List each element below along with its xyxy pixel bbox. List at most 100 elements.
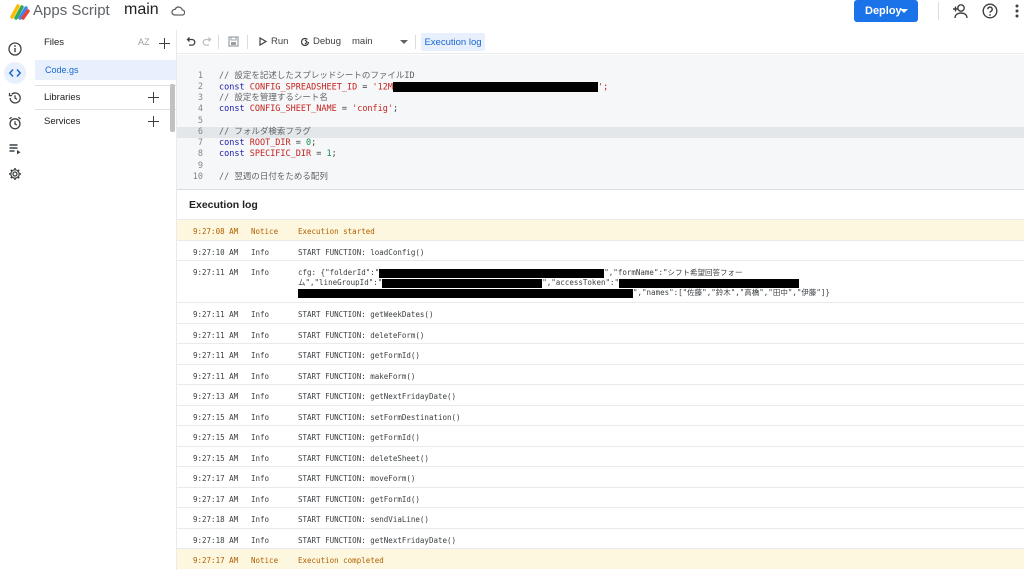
code-line[interactable]: 4 const CONFIG_SHEET_NAME = 'config'; xyxy=(177,104,1024,115)
editor-toolbar: Run Debug main Execution log xyxy=(177,30,1024,54)
add-person-icon[interactable] xyxy=(952,3,969,19)
code-line[interactable]: 10 // 翌週の日付をためる配列 xyxy=(177,172,1024,183)
files-scrollbar[interactable] xyxy=(170,84,175,132)
code-token: ; xyxy=(311,138,317,148)
chevron-down-icon xyxy=(400,40,408,44)
code-line[interactable]: 7 const ROOT_DIR = 0; xyxy=(177,138,1024,149)
deploy-button[interactable]: Deploy xyxy=(854,0,918,22)
log-time: 9:27:11 AM xyxy=(193,268,239,277)
add-service-icon[interactable] xyxy=(148,116,159,127)
more-vert-icon[interactable] xyxy=(1012,3,1022,19)
redo-icon[interactable] xyxy=(202,36,213,47)
code-line[interactable]: 9 xyxy=(177,161,1024,172)
libraries-section: Libraries xyxy=(35,85,176,109)
help-icon[interactable] xyxy=(982,3,998,19)
editor-button[interactable] xyxy=(4,62,26,84)
log-level: Info xyxy=(251,453,270,463)
log-row: 9:27:11 AM Info cfg: {"folderId":" ","formN… xyxy=(177,260,1024,302)
code-line[interactable]: 2 const CONFIG_SPREADSHEET_ID = '12M '; xyxy=(177,82,1024,93)
log-row: 9:27:17 AM Notice Execution completed xyxy=(177,548,1024,569)
triggers-button[interactable] xyxy=(4,112,26,134)
line-number: 1 xyxy=(197,71,203,81)
add-library-icon[interactable] xyxy=(148,92,159,103)
code-token: const xyxy=(219,138,250,148)
line-number: 8 xyxy=(197,149,203,159)
project-settings-button[interactable] xyxy=(4,163,26,185)
code-token: = xyxy=(311,149,327,159)
debug-label: Debug xyxy=(313,36,341,47)
line-number: 10 xyxy=(192,172,203,182)
files-header: Files xyxy=(44,37,65,48)
debug-icon xyxy=(300,37,310,46)
toolbar-divider xyxy=(218,35,219,49)
log-text: ","names":["佐藤","鈴木","高橋","田中","伊藤"]} xyxy=(633,288,830,297)
file-item-code-gs[interactable]: Code.gs xyxy=(35,60,176,80)
log-row: 9:27:15 AM Info START FUNCTION: deleteShee… xyxy=(177,445,1024,467)
history-icon xyxy=(8,92,21,104)
log-time: 9:27:11 AM xyxy=(193,310,239,319)
code-token: 'config' xyxy=(352,104,394,114)
project-name[interactable]: main xyxy=(124,1,159,19)
code-line[interactable]: 3 // 設定を管理するシート名 xyxy=(177,93,1024,104)
project-history-button[interactable] xyxy=(4,87,26,109)
executions-button[interactable] xyxy=(4,138,26,160)
run-button[interactable]: Run xyxy=(259,36,288,47)
save-icon[interactable] xyxy=(228,36,239,47)
redacted-block xyxy=(298,288,633,298)
line-number: 7 xyxy=(197,138,203,148)
code-token: const xyxy=(219,149,250,159)
play-icon xyxy=(259,37,267,46)
execution-log-button[interactable]: Execution log xyxy=(421,33,485,51)
function-select-value: main xyxy=(352,36,373,47)
log-row: 9:27:11 AM Info START FUNCTION: getWeekDat… xyxy=(177,302,1024,323)
log-time: 9:27:08 AM xyxy=(193,227,239,236)
line-number: 9 xyxy=(197,161,203,171)
deploy-label: Deploy xyxy=(865,5,902,17)
code-token: ; xyxy=(331,149,337,159)
code-token: // 設定を管理するシート名 xyxy=(219,93,328,103)
overview-button[interactable] xyxy=(4,38,26,60)
log-message: START FUNCTION: moveForm() xyxy=(298,474,416,483)
log-message: START FUNCTION: getFormId() xyxy=(298,494,420,504)
log-level: Info xyxy=(251,268,270,277)
log-row: 9:27:15 AM Info START FUNCTION: getFormId(… xyxy=(177,425,1024,446)
log-message: START FUNCTION: getFormId() xyxy=(298,351,420,360)
log-row: 9:27:13 AM Info START FUNCTION: getNextFri… xyxy=(177,384,1024,405)
log-time: 9:27:15 AM xyxy=(193,412,239,422)
code-line[interactable]: 6 // フォルダ検索フラグ xyxy=(177,127,1024,138)
log-row: 9:27:17 AM Info START FUNCTION: moveForm() xyxy=(177,466,1024,487)
code-token: // 設定を記述したスプレッドシートのファイルID xyxy=(219,71,415,81)
code-text: // 設定を記述したスプレッドシートのファイルID xyxy=(219,71,415,82)
code-brackets-icon xyxy=(8,68,22,78)
code-editor[interactable]: 1 // 設定を記述したスプレッドシートのファイルID 2 const CONFIG_… xyxy=(177,55,1024,189)
log-time: 9:27:15 AM xyxy=(193,433,239,442)
code-token: '12M xyxy=(372,82,394,93)
toolbar-divider xyxy=(415,35,416,49)
log-message: START FUNCTION: getNextFridayDate() xyxy=(298,535,457,545)
code-line[interactable]: 8 const SPECIFIC_DIR = 1; xyxy=(177,149,1024,160)
gear-icon xyxy=(9,168,21,180)
log-text: ","accessToken":" xyxy=(542,278,620,287)
code-token: CONFIG_SPREADSHEET_ID xyxy=(249,82,358,93)
log-row: 9:27:18 AM Info START FUNCTION: getNextFri… xyxy=(177,527,1024,549)
toolbar-divider xyxy=(247,35,248,49)
debug-button[interactable]: Debug xyxy=(300,36,341,47)
redacted-block xyxy=(393,82,599,92)
services-section: Services xyxy=(35,109,176,133)
log-level: Info xyxy=(251,392,270,401)
sort-az-icon[interactable]: AZ xyxy=(138,37,150,47)
function-select[interactable]: main xyxy=(352,36,408,47)
undo-icon[interactable] xyxy=(185,36,196,47)
code-line[interactable]: 1 // 設定を記述したスプレッドシートのファイルID xyxy=(177,71,1024,82)
log-message: START FUNCTION: deleteForm() xyxy=(298,330,425,340)
alarm-clock-icon xyxy=(9,116,21,130)
chevron-down-icon xyxy=(900,9,908,13)
log-level: Notice xyxy=(251,556,279,565)
log-level: Notice xyxy=(251,227,279,236)
add-file-icon[interactable] xyxy=(159,38,170,49)
log-time: 9:27:17 AM xyxy=(193,494,239,504)
code-line[interactable]: 5 xyxy=(177,116,1024,127)
log-message: START FUNCTION: loadConfig() xyxy=(298,247,425,257)
log-row: 9:27:15 AM Info START FUNCTION: setFormDes… xyxy=(177,404,1024,426)
executions-list-icon xyxy=(9,144,21,155)
